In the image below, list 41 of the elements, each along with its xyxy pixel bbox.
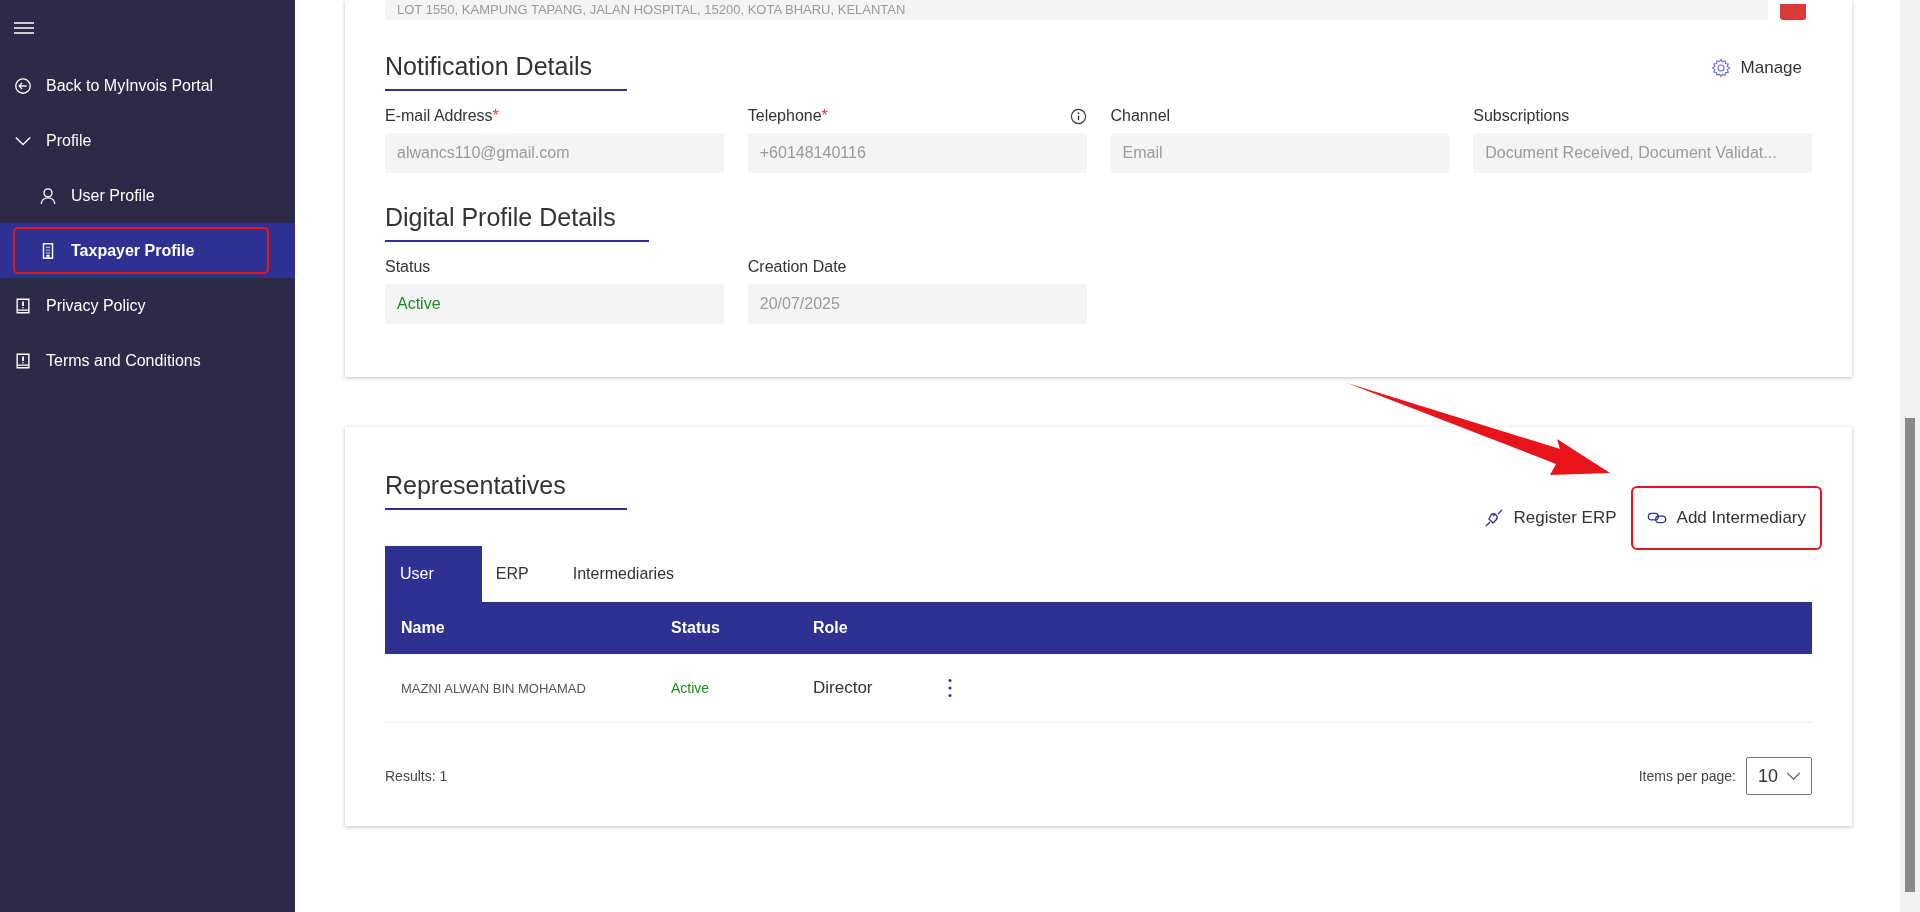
field-label: E-mail Address*	[385, 107, 499, 125]
info-icon[interactable]	[1069, 107, 1087, 125]
tab[interactable]: ERP	[481, 546, 559, 602]
scrollbar[interactable]	[1900, 0, 1920, 912]
user-icon	[39, 186, 57, 205]
field-label: Subscriptions	[1473, 107, 1570, 125]
chevron-down-icon	[1786, 771, 1801, 781]
manage-button[interactable]: Manage	[1700, 52, 1812, 84]
column-header[interactable]: Status	[671, 619, 813, 637]
items-per-page-select[interactable]: 10	[1745, 757, 1812, 795]
field-label: Telephone*	[747, 107, 828, 125]
more-options-icon[interactable]	[948, 678, 952, 698]
gear-icon	[1710, 58, 1731, 78]
menu-icon[interactable]	[14, 22, 34, 34]
register-erp-button[interactable]: Register ERP	[1473, 502, 1627, 534]
field-label: Channel	[1110, 107, 1171, 125]
items-per-page-label: Items per page:	[1638, 768, 1736, 784]
sidebar-item[interactable]: Taxpayer Profile	[0, 223, 295, 278]
field-label: Creation Date	[747, 258, 847, 276]
sidebar-item[interactable]: Privacy Policy	[0, 278, 295, 333]
section-title: Representatives	[385, 471, 627, 510]
column-header[interactable]: Role	[813, 619, 948, 637]
book-icon	[14, 351, 32, 370]
section-title: Digital Profile Details	[385, 203, 649, 242]
section-title: Notification Details	[385, 52, 627, 91]
table-cell-text: Director	[813, 678, 874, 698]
field-label: Status	[385, 258, 431, 276]
table-cell-text: MAZNI ALWAN BIN MOHAMAD	[400, 680, 587, 696]
book-icon	[14, 296, 32, 315]
tab[interactable]: Intermediaries	[558, 546, 705, 602]
sidebar-item[interactable]: Back to MyInvois Portal	[0, 58, 295, 113]
column-header[interactable]: Name	[385, 619, 671, 637]
sidebar-item[interactable]: Terms and Conditions	[0, 333, 295, 388]
table-cell-text: Active	[671, 680, 711, 696]
plug-icon	[1483, 508, 1504, 528]
sidebar-item[interactable]: Profile	[0, 113, 295, 168]
add-intermediary-button[interactable]: Add Intermediary	[1636, 502, 1816, 534]
input-field[interactable]: Active	[385, 284, 724, 324]
sidebar-item[interactable]: User Profile	[0, 168, 295, 223]
tab[interactable]: User	[385, 546, 482, 602]
results-count: Results: 1	[385, 768, 448, 784]
